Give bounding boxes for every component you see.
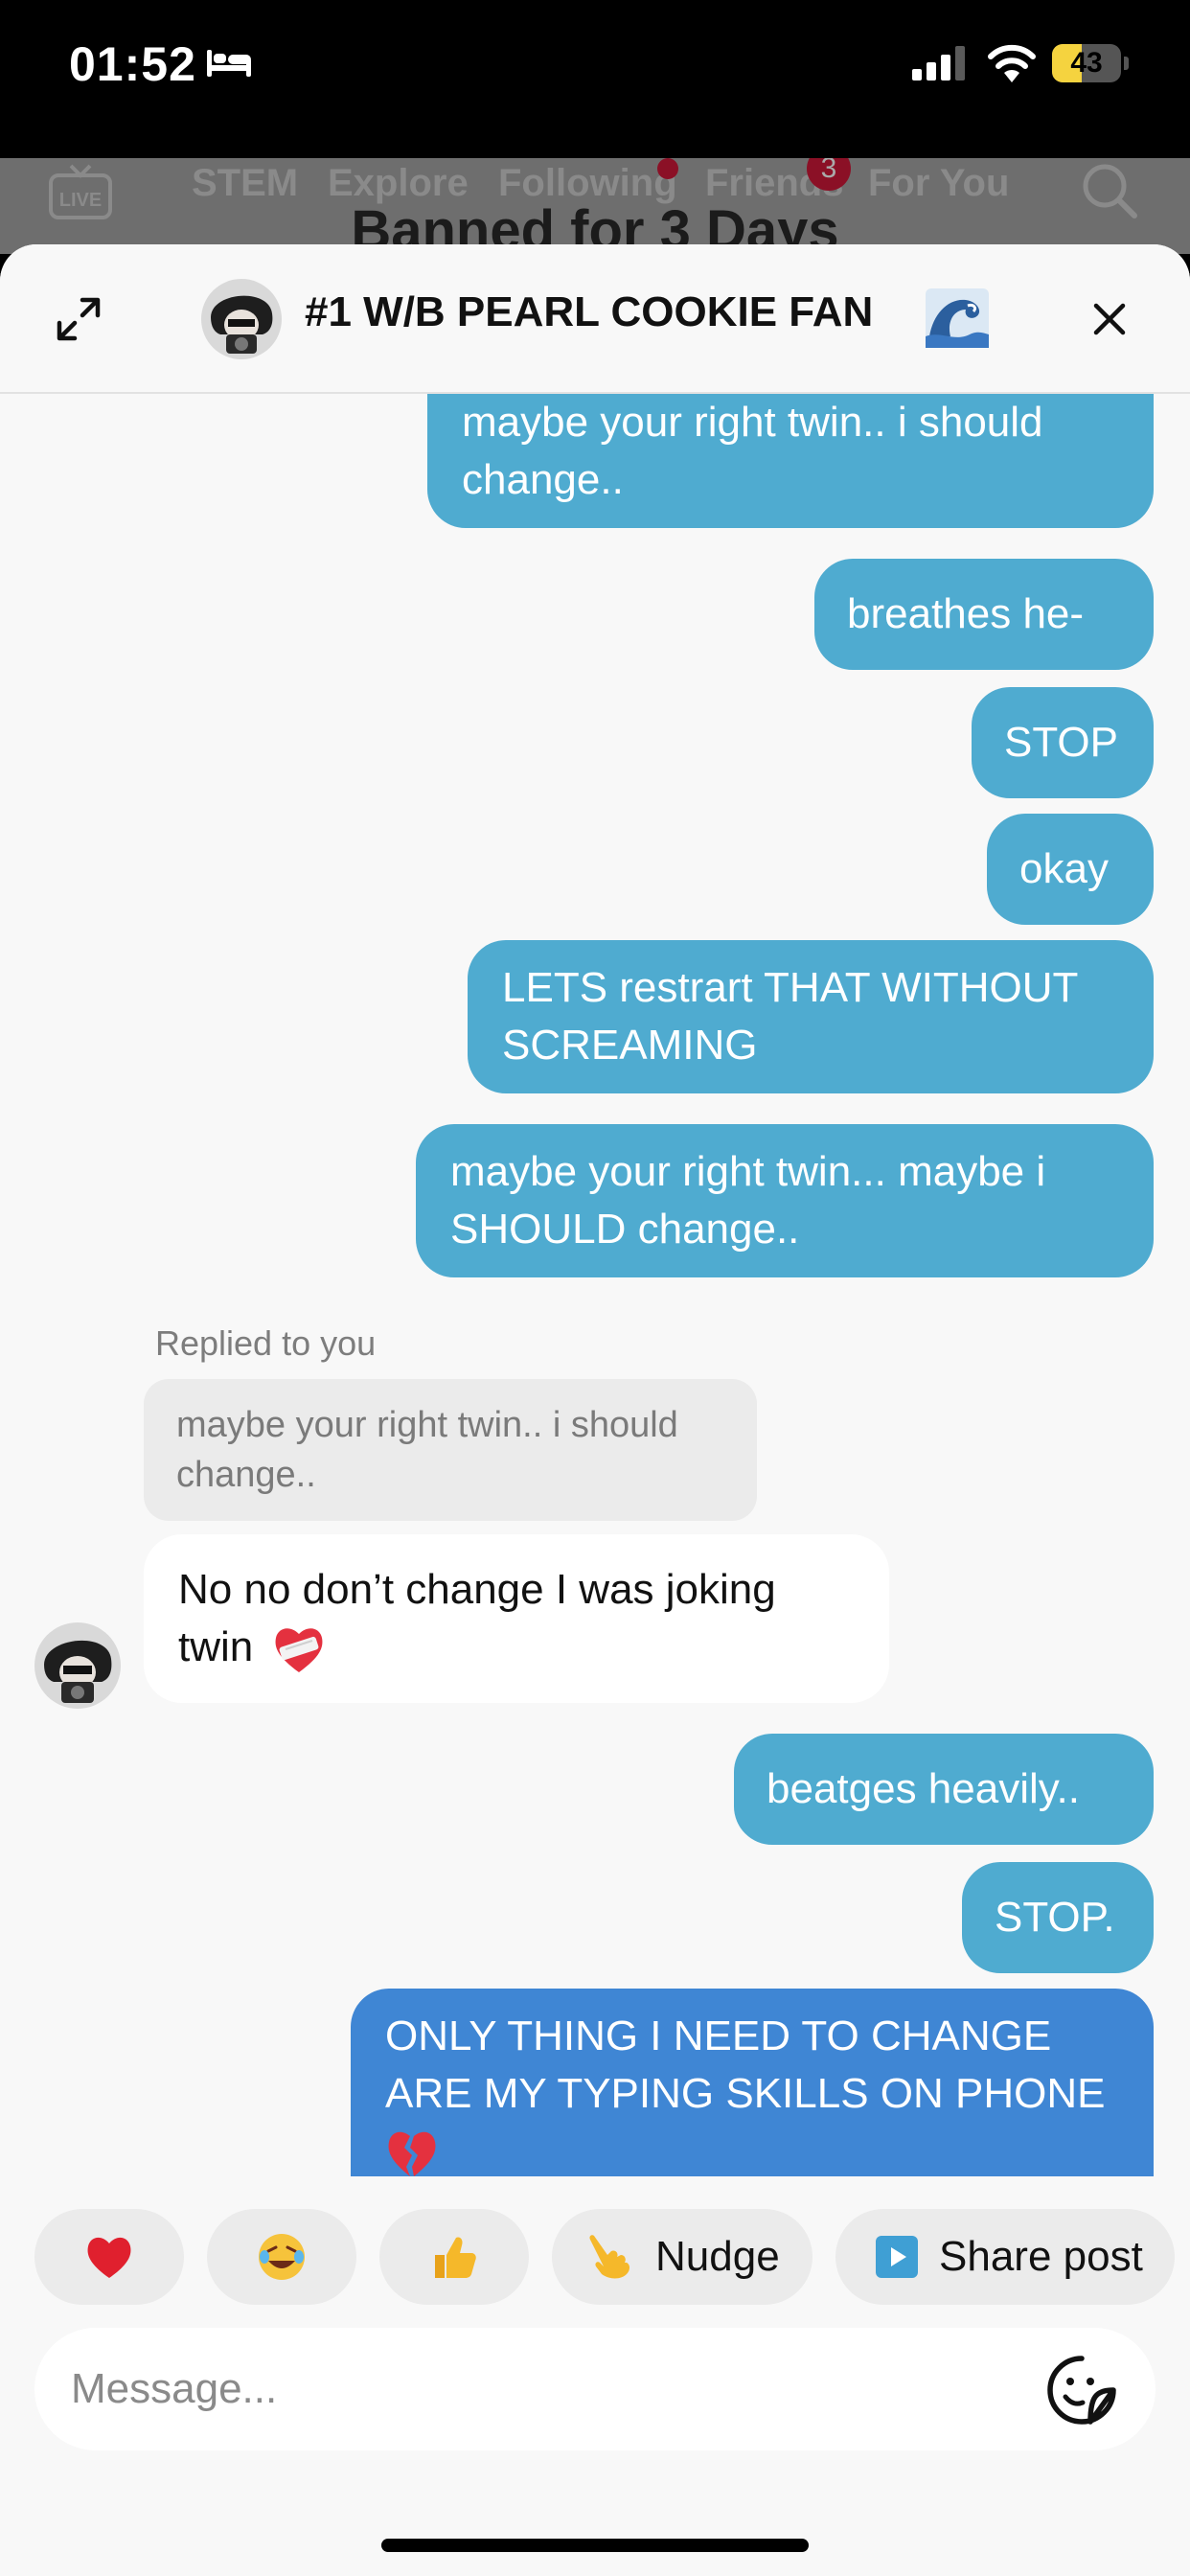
chat-header: #1 W/B PEARL COOKIE FAN <box>0 244 1190 394</box>
nav-tab-explore: Explore <box>328 162 469 204</box>
share-post-button[interactable]: Share post <box>835 2209 1175 2305</box>
incoming-message-bubble[interactable]: No no don’t change I was joking twin <box>144 1534 889 1703</box>
home-indicator <box>381 2539 809 2552</box>
following-dot <box>657 158 678 179</box>
bed-icon <box>207 50 251 77</box>
status-time: 01:52 <box>69 37 196 91</box>
background-feed: Banned for 3 Days LIVE STEM Explore Foll… <box>0 158 1190 254</box>
message-input[interactable] <box>71 2328 1029 2450</box>
chat-sheet: #1 W/B PEARL COOKIE FAN maybe your right… <box>0 244 1190 2576</box>
message-bubble[interactable]: maybe your right twin.. i should change.… <box>427 394 1154 528</box>
reply-label: Replied to you <box>155 1323 377 1363</box>
broken-heart-emoji <box>388 2132 436 2176</box>
quick-reactions: Nudge Share post <box>0 2209 1190 2305</box>
nav-tab-following: Following <box>498 162 677 204</box>
laugh-reaction-button[interactable] <box>207 2209 356 2305</box>
laughing-emoji <box>259 2234 305 2280</box>
nav-tab-for-you: For You <box>868 162 1010 204</box>
message-text: ONLY THING I NEED TO CHANGE ARE MY TYPIN… <box>385 2012 1106 2117</box>
heart-emoji <box>87 2237 131 2278</box>
thumbs-up-reaction-button[interactable] <box>379 2209 529 2305</box>
nudge-label: Nudge <box>655 2233 780 2280</box>
message-bubble[interactable]: okay <box>987 814 1154 925</box>
play-icon <box>876 2236 918 2278</box>
message-bubble[interactable]: beatges heavily.. <box>734 1734 1154 1845</box>
wave-emoji <box>926 288 989 348</box>
sticker-icon[interactable] <box>1046 2355 1117 2426</box>
background-nav: LIVE STEM Explore Following Friends For … <box>0 158 1190 225</box>
close-icon[interactable] <box>1088 298 1131 340</box>
message-bubble[interactable]: STOP <box>972 687 1154 798</box>
expand-icon[interactable] <box>54 294 103 344</box>
wifi-icon <box>988 44 1036 82</box>
pointing-hand-emoji <box>589 2235 629 2279</box>
live-icon: LIVE <box>49 164 112 219</box>
message-bubble[interactable]: LETS restrart THAT WITHOUT SCREAMING <box>468 940 1154 1093</box>
message-bubble[interactable]: ONLY THING I NEED TO CHANGE ARE MY TYPIN… <box>351 1989 1154 2176</box>
signal-icon <box>912 46 965 80</box>
message-bubble[interactable]: breathes he- <box>814 559 1154 670</box>
message-bubble[interactable]: STOP. <box>962 1862 1154 1973</box>
message-composer <box>34 2328 1156 2450</box>
nav-tab-stem: STEM <box>192 162 299 204</box>
heart-reaction-button[interactable] <box>34 2209 184 2305</box>
share-post-label: Share post <box>939 2233 1143 2280</box>
message-list[interactable]: maybe your right twin.. i should change.… <box>0 394 1190 2176</box>
search-icon <box>1083 164 1137 218</box>
battery-level: 43 <box>1070 47 1103 79</box>
message-bubble[interactable]: maybe your right twin... maybe i SHOULD … <box>416 1124 1154 1277</box>
avatar[interactable] <box>201 279 282 359</box>
incoming-message-text: No no don’t change I was joking twin <box>178 1566 776 1670</box>
battery-icon: 43 <box>1052 44 1129 82</box>
nudge-button[interactable]: Nudge <box>552 2209 812 2305</box>
chat-title[interactable]: #1 W/B PEARL COOKIE FAN <box>305 288 873 336</box>
thumbs-up-emoji <box>435 2237 476 2278</box>
quoted-message[interactable]: maybe your right twin.. i should change.… <box>144 1379 757 1521</box>
mending-heart-emoji <box>276 1628 323 1673</box>
svg-text:LIVE: LIVE <box>59 190 102 211</box>
status-bar: 01:52 43 <box>0 0 1190 158</box>
avatar[interactable] <box>34 1622 121 1709</box>
